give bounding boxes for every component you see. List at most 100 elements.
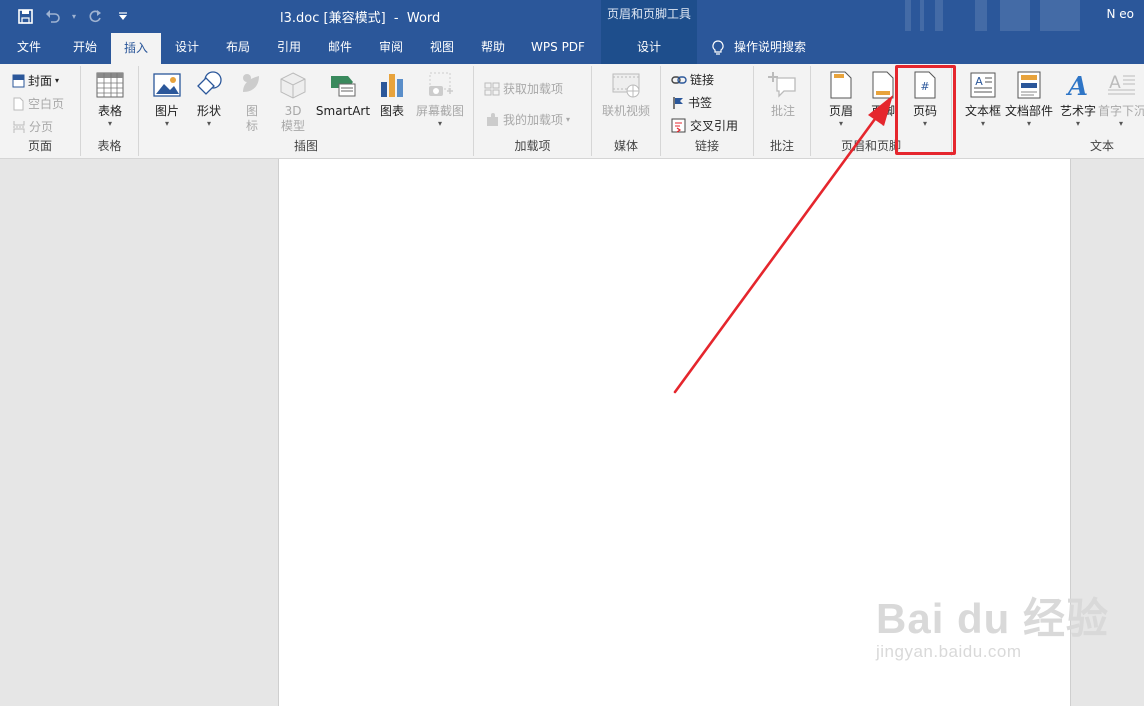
tell-me-search[interactable]: 操作说明搜索 xyxy=(712,31,806,64)
tab-view[interactable]: 视图 xyxy=(417,31,467,64)
quick-parts-button[interactable]: 文档部件 ▾ xyxy=(1004,70,1054,129)
online-video-icon xyxy=(612,73,640,98)
chart-button[interactable]: 图表 xyxy=(375,70,409,119)
document-title: l3.doc [兼容模式] - Word xyxy=(280,11,441,26)
quick-access-toolbar: ▾ xyxy=(14,6,134,26)
chart-icon xyxy=(381,74,403,97)
tab-insert[interactable]: 插入 xyxy=(111,33,161,64)
shapes-label: 形状 xyxy=(196,104,221,118)
title-bar: ▾ l3.doc [兼容模式] - Word 页眉和页脚工具 N eo xyxy=(0,0,1144,31)
chevron-down-icon: ▾ xyxy=(437,119,442,128)
tell-me-label: 操作说明搜索 xyxy=(734,40,807,54)
group-label-text: 文本 xyxy=(1089,139,1114,153)
my-addins-button[interactable]: 我的加载项 ▾ xyxy=(484,111,570,128)
online-video-label: 联机视频 xyxy=(601,104,650,118)
chevron-down-icon: ▾ xyxy=(206,119,211,128)
title-decoration xyxy=(935,0,943,31)
title-decoration xyxy=(975,0,987,31)
wordart-icon: A xyxy=(1065,72,1088,100)
tab-wps-pdf[interactable]: WPS PDF xyxy=(522,31,594,64)
title-decoration xyxy=(920,0,924,31)
title-decoration xyxy=(1000,0,1030,31)
tab-design[interactable]: 设计 xyxy=(162,31,212,64)
icons-button[interactable]: 图 标 xyxy=(234,70,270,134)
group-text: A 文本框 ▾ 文档部件 ▾ A 艺术字 ▾ A 首字下沉 ▾ 文本 xyxy=(952,66,1144,156)
header-icon xyxy=(830,71,852,99)
picture-icon xyxy=(153,73,181,97)
tab-references[interactable]: 引用 xyxy=(264,31,314,64)
tab-review[interactable]: 审阅 xyxy=(366,31,416,64)
footer-icon xyxy=(872,71,894,99)
quick-parts-icon xyxy=(1017,71,1041,99)
watermark-main: Bai du 经验 xyxy=(876,595,1110,642)
bookmark-button[interactable]: 书签 xyxy=(671,94,712,111)
group-label-tables: 表格 xyxy=(97,139,122,153)
tab-mailings[interactable]: 邮件 xyxy=(315,31,365,64)
3d-models-label-top: 3D xyxy=(284,104,302,118)
group-label-illustrations: 插图 xyxy=(293,139,318,153)
icons-label-top: 图 xyxy=(245,104,258,118)
3d-models-button[interactable]: 3D 模型 xyxy=(275,70,311,134)
link-icon xyxy=(671,75,687,84)
tab-header-footer-design[interactable]: 设计 xyxy=(601,31,697,64)
wordart-label: 艺术字 xyxy=(1059,104,1096,118)
group-label-media: 媒体 xyxy=(613,139,638,153)
group-media: 联机视频 媒体 xyxy=(592,66,661,156)
text-box-icon: A xyxy=(970,72,996,98)
get-addins-button[interactable]: 获取加载项 xyxy=(484,80,563,97)
bookmark-icon xyxy=(673,96,683,109)
save-icon[interactable] xyxy=(14,6,36,26)
shapes-button[interactable]: 形状 ▾ xyxy=(191,70,227,129)
chevron-down-icon: ▾ xyxy=(1026,119,1031,128)
chevron-down-icon: ▾ xyxy=(1118,119,1123,128)
cover-page-label: 封面 xyxy=(28,74,53,88)
quick-parts-label: 文档部件 xyxy=(1004,104,1053,118)
new-comment-label: 批注 xyxy=(770,104,795,118)
title-decoration xyxy=(905,0,911,31)
redo-icon[interactable] xyxy=(84,6,106,26)
chevron-down-icon: ▾ xyxy=(980,119,985,128)
screenshot-icon xyxy=(429,72,453,96)
drop-cap-label: 首字下沉 xyxy=(1098,104,1144,118)
blank-page-icon xyxy=(13,97,24,110)
link-label: 链接 xyxy=(690,73,715,87)
tab-home[interactable]: 开始 xyxy=(60,31,110,64)
tab-layout[interactable]: 布局 xyxy=(213,31,263,64)
icons-icon xyxy=(243,74,259,92)
title-decoration xyxy=(1040,0,1080,31)
cross-reference-button[interactable]: 交叉引用 xyxy=(671,117,738,134)
screenshot-button[interactable]: 屏幕截图 ▾ xyxy=(411,70,469,129)
smartart-label: SmartArt xyxy=(315,104,371,118)
header-button[interactable]: 页眉 ▾ xyxy=(823,70,859,129)
pictures-label: 图片 xyxy=(154,104,179,118)
icons-label-bottom: 标 xyxy=(245,119,258,133)
chart-label: 图表 xyxy=(379,104,404,118)
undo-dropdown-icon[interactable]: ▾ xyxy=(70,6,78,26)
new-comment-button[interactable]: 批注 xyxy=(764,70,802,119)
screenshot-label: 屏幕截图 xyxy=(415,104,464,118)
page-break-button[interactable]: 分页 xyxy=(12,118,53,135)
group-pages: 封面 ▾ 空白页 分页 页面 xyxy=(0,66,81,156)
header-label: 页眉 xyxy=(828,104,853,118)
smartart-button[interactable]: SmartArt xyxy=(313,70,373,119)
tab-help[interactable]: 帮助 xyxy=(468,31,518,64)
tab-file[interactable]: 文件 xyxy=(6,31,52,64)
group-label-comments: 批注 xyxy=(769,139,794,153)
wordart-button[interactable]: A 艺术字 ▾ xyxy=(1058,70,1098,129)
text-box-button[interactable]: A 文本框 ▾ xyxy=(962,70,1004,129)
table-icon xyxy=(96,72,124,98)
table-button[interactable]: 表格 ▾ xyxy=(90,70,130,129)
group-label-links: 链接 xyxy=(694,139,719,153)
undo-icon[interactable] xyxy=(42,6,64,26)
get-addins-label: 获取加载项 xyxy=(503,82,564,96)
lightbulb-icon xyxy=(712,39,724,55)
user-name[interactable]: N eo xyxy=(1106,7,1134,21)
link-button[interactable]: 链接 xyxy=(671,71,714,88)
blank-page-button[interactable]: 空白页 xyxy=(12,95,64,112)
pictures-button[interactable]: 图片 ▾ xyxy=(149,70,185,129)
drop-cap-button[interactable]: A 首字下沉 ▾ xyxy=(1098,70,1144,129)
page-break-icon xyxy=(13,120,25,133)
cover-page-button[interactable]: 封面 ▾ xyxy=(12,72,59,89)
online-video-button[interactable]: 联机视频 xyxy=(598,70,654,119)
customize-qat-icon[interactable] xyxy=(112,6,134,26)
